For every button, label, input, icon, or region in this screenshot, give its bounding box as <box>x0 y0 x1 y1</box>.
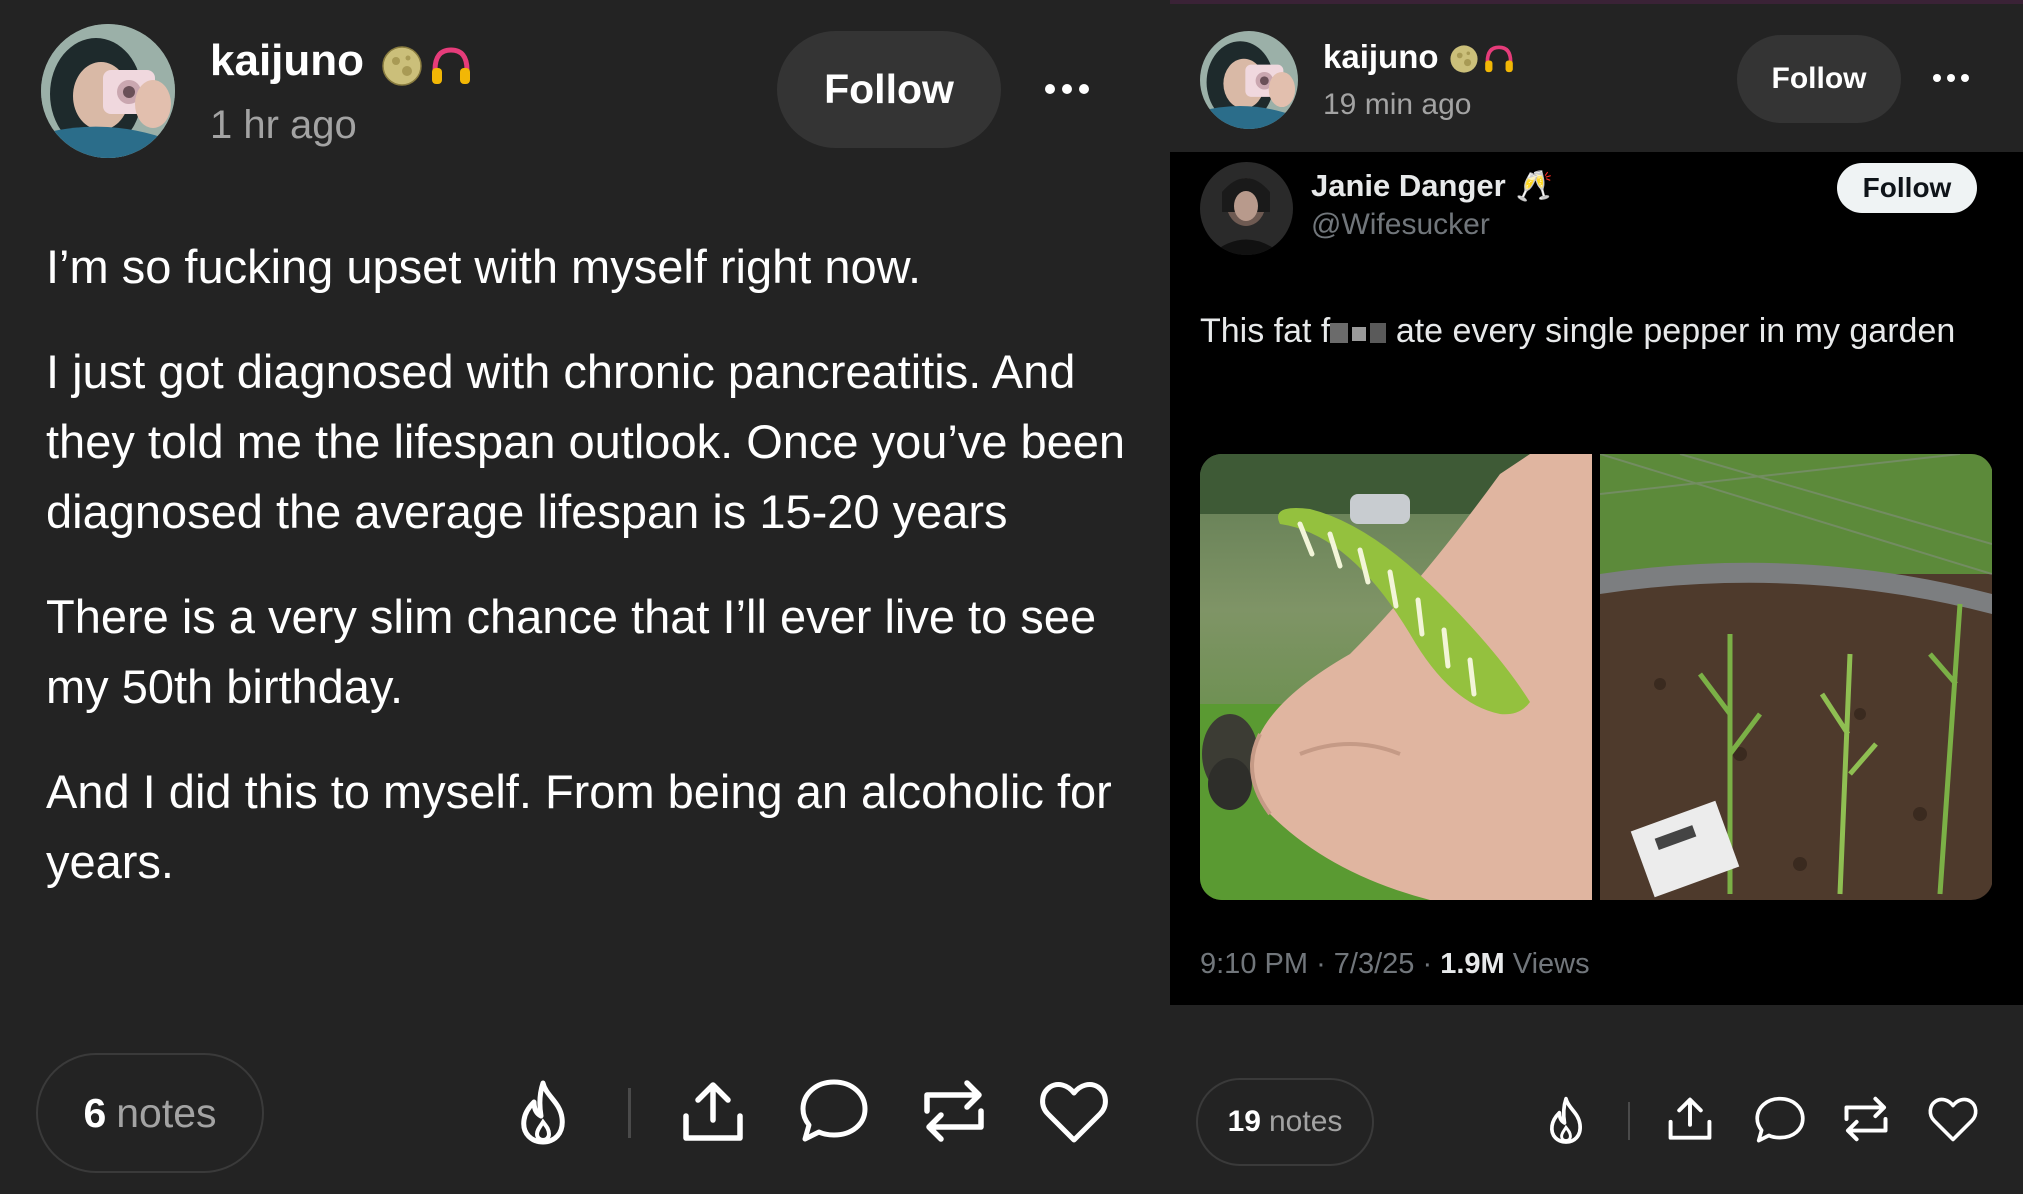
hornworm-caterpillar-photo[interactable] <box>1200 454 1592 900</box>
headphones-icon <box>1485 45 1513 73</box>
tweet-author-name[interactable]: Janie Danger 🥂 <box>1311 168 1553 204</box>
embedded-tweet[interactable]: Janie Danger 🥂 @Wifesucker Follow This f… <box>1170 152 2023 1005</box>
action-divider <box>1628 1102 1630 1140</box>
champagne-icon: 🥂 <box>1515 169 1554 203</box>
tweet-avatar[interactable] <box>1200 162 1293 255</box>
tweet-time: 9:10 PM <box>1200 948 1308 980</box>
notes-label: notes <box>116 1089 217 1136</box>
comment-icon[interactable] <box>799 1077 869 1145</box>
moon-icon <box>1450 45 1478 73</box>
right-post: kaijuno 19 min ago Follow Janie Danger 🥂… <box>1170 0 2023 1194</box>
avatar[interactable] <box>1200 31 1298 129</box>
tweet-date: 7/3/25 <box>1333 948 1415 980</box>
meta-separator: · <box>1422 948 1433 980</box>
post-paragraph: I’m so fucking upset with myself right n… <box>46 240 922 293</box>
share-icon[interactable] <box>680 1080 746 1144</box>
tweet-views-count: 1.9M <box>1440 948 1505 980</box>
badges <box>381 44 473 88</box>
tweet-text-end: ate every single pepper in my garden <box>1386 312 1956 350</box>
badges <box>1449 43 1515 75</box>
notes-label: notes <box>1268 1105 1343 1138</box>
comment-icon[interactable] <box>1754 1095 1806 1145</box>
headphones-icon <box>432 47 470 84</box>
tweet-author-handle[interactable]: @Wifesucker <box>1311 208 1490 242</box>
tweet-text-start: This fat f <box>1200 312 1331 350</box>
timestamp: 19 min ago <box>1323 88 1472 121</box>
username[interactable]: kaijuno <box>1323 38 1439 76</box>
reblog-icon[interactable] <box>921 1075 987 1147</box>
post-paragraph: I just got diagnosed with chronic pancre… <box>46 345 1126 538</box>
notes-count: 6 <box>83 1089 107 1136</box>
meta-separator: · <box>1316 948 1326 980</box>
username[interactable]: kaijuno <box>210 36 364 86</box>
eaten-pepper-plants-photo[interactable] <box>1600 454 1992 900</box>
share-icon[interactable] <box>1666 1096 1714 1142</box>
reblog-icon[interactable] <box>1842 1093 1890 1145</box>
tweet-follow-button[interactable]: Follow <box>1837 163 1977 213</box>
tweet-views-label: Views <box>1512 948 1590 980</box>
avatar[interactable] <box>41 24 175 158</box>
tweet-author-name-text: Janie Danger <box>1311 168 1506 203</box>
post-paragraph: And I did this to myself. From being an … <box>46 765 1112 888</box>
notes-count-button[interactable]: 19 notes <box>1196 1078 1374 1166</box>
more-options-icon[interactable] <box>1933 74 1969 82</box>
heart-icon[interactable] <box>1927 1096 1979 1144</box>
flame-icon[interactable] <box>1543 1095 1589 1145</box>
notes-count: 19 <box>1227 1105 1261 1138</box>
action-divider <box>628 1088 631 1138</box>
tweet-text: This fat f ate every single pepper in my… <box>1200 306 1990 356</box>
left-post: kaijuno 1 hr ago Follow I’m so fucking u… <box>0 0 1170 1194</box>
moon-icon <box>382 46 422 86</box>
notes-count-button[interactable]: 6 notes <box>36 1053 264 1173</box>
post-paragraph: There is a very slim chance that I’ll ev… <box>46 590 1097 713</box>
post-body: I’m so fucking upset with myself right n… <box>46 232 1126 932</box>
timestamp: 1 hr ago <box>210 103 357 147</box>
tweet-media[interactable] <box>1200 454 1993 900</box>
tweet-metadata: 9:10 PM · 7/3/25 · 1.9M Views <box>1200 948 1590 981</box>
heart-icon[interactable] <box>1038 1080 1110 1146</box>
top-accent-line <box>1170 0 2023 4</box>
censored-word-block <box>1330 323 1387 344</box>
follow-button[interactable]: Follow <box>1737 35 1901 123</box>
flame-icon[interactable] <box>512 1078 574 1146</box>
follow-button[interactable]: Follow <box>777 31 1001 148</box>
more-options-icon[interactable] <box>1045 84 1089 94</box>
